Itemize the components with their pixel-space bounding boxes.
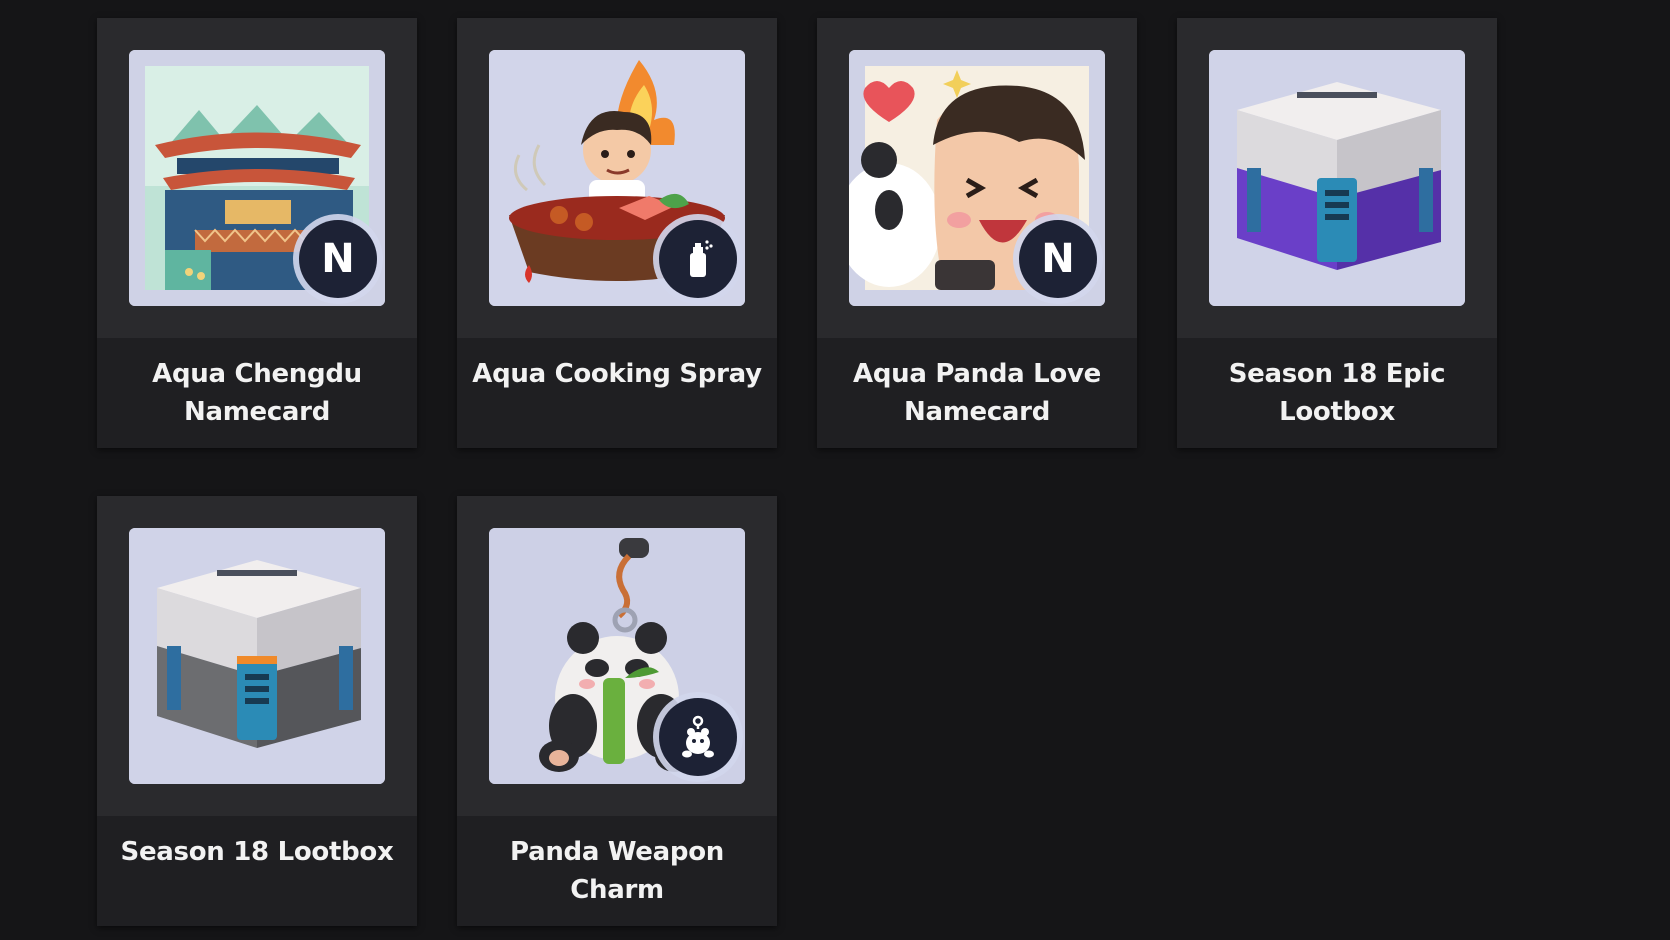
- epic-lootbox-image: [1209, 50, 1465, 306]
- epic-lootbox-illustration: [1209, 50, 1465, 306]
- item-title: Season 18 Lootbox: [120, 837, 394, 867]
- weapon-charm-badge: [659, 698, 737, 776]
- namecard-badge: N: [1019, 220, 1097, 298]
- lootbox-illustration: [129, 528, 385, 784]
- item-card[interactable]: N Aqua Chengdu Namecard: [97, 18, 417, 448]
- spray-badge: [659, 220, 737, 298]
- item-card[interactable]: N Aqua Panda Love Namecard: [817, 18, 1137, 448]
- item-image-panel: [1177, 18, 1497, 338]
- item-title: Aqua Panda Love Namecard: [853, 359, 1101, 427]
- item-image-panel: [97, 496, 417, 816]
- item-title: Aqua Chengdu Namecard: [152, 359, 362, 427]
- item-title: Season 18 Epic Lootbox: [1228, 359, 1446, 427]
- namecard-badge-letter: N: [321, 236, 355, 282]
- spray-can-icon: [690, 240, 713, 277]
- item-card[interactable]: Season 18 Epic Lootbox: [1177, 18, 1497, 448]
- item-card[interactable]: Season 18 Lootbox: [97, 496, 417, 926]
- item-image-panel: N: [817, 18, 1137, 338]
- item-title: Panda Weapon Charm: [510, 837, 724, 905]
- chengdu-namecard-image: N: [129, 50, 385, 306]
- item-image-panel: [457, 496, 777, 816]
- weapon-charm-icon: [682, 715, 714, 758]
- item-card[interactable]: Aqua Cooking Spray: [457, 18, 777, 448]
- item-card[interactable]: Panda Weapon Charm: [457, 496, 777, 926]
- lootbox-image: [129, 528, 385, 784]
- panda-charm-image: [489, 528, 745, 784]
- item-title: Aqua Cooking Spray: [472, 359, 762, 389]
- namecard-badge: N: [299, 220, 377, 298]
- item-image-panel: N: [97, 18, 417, 338]
- item-image-panel: [457, 18, 777, 338]
- cooking-spray-image: [489, 50, 745, 306]
- namecard-badge-letter: N: [1041, 236, 1075, 282]
- panda-love-namecard-image: N: [849, 50, 1105, 306]
